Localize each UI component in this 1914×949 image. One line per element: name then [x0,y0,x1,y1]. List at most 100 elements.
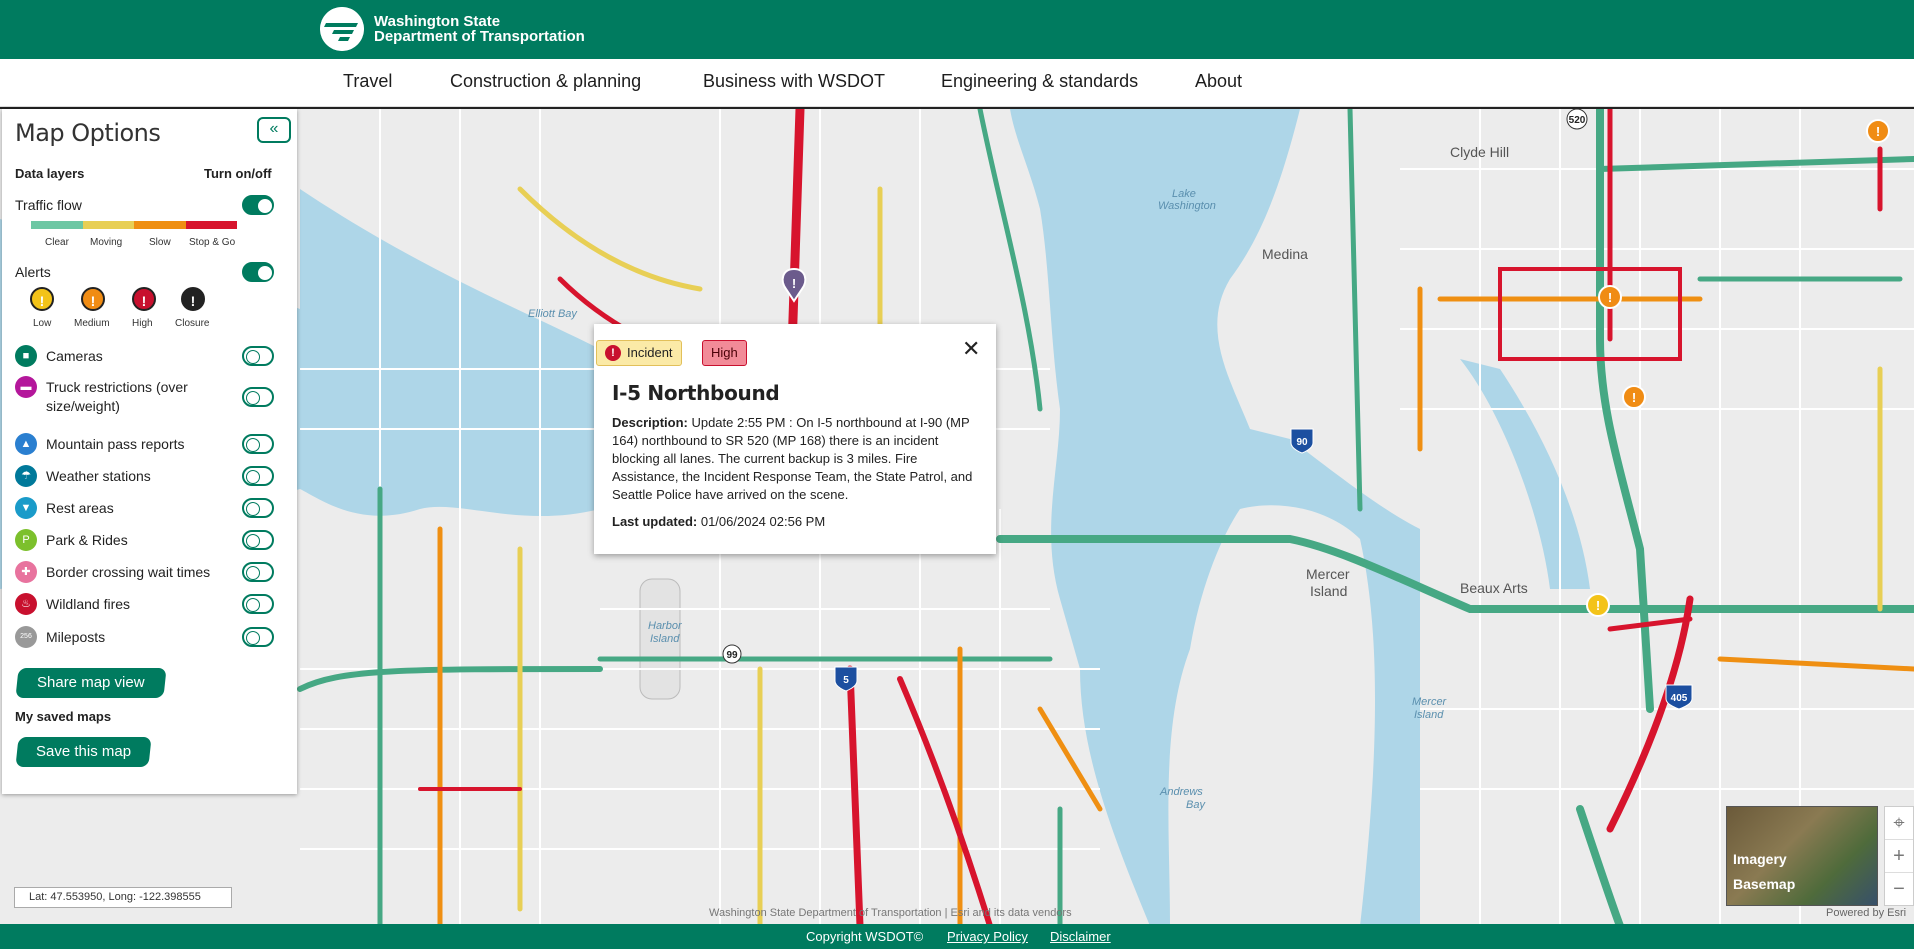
svg-text:!: ! [1632,390,1636,405]
svg-text:Mercer: Mercer [1306,566,1350,582]
nav-engineering-standards[interactable]: Engineering & standards [941,71,1138,92]
footer-copyright: Copyright WSDOT© [806,929,924,944]
locate-icon[interactable]: ⌖ [1885,807,1913,840]
layer-toggle-fire[interactable] [242,594,274,614]
layer-label-camera: Cameras [46,348,103,364]
close-icon[interactable]: ✕ [962,336,980,362]
legend-stop-go-swatch [185,221,237,229]
weather-icon: ☂ [15,465,37,487]
layer-toggle-rest-area[interactable] [242,498,274,518]
legend-moving-swatch [82,221,134,229]
data-layers-label: Data layers [15,166,85,181]
layer-label-weather: Weather stations [46,468,151,484]
layer-label-truck: Truck restrictions (over [46,379,188,395]
svg-text:!: ! [1608,290,1612,305]
layer-label-border-crossing: Border crossing wait times [46,564,211,580]
map-options-panel: Map Options « Data layers Turn on/off Tr… [2,109,297,794]
layer-toggle-border-crossing[interactable] [242,562,274,582]
svg-text:Island: Island [1414,709,1444,721]
svg-text:Andrews: Andrews [1159,786,1203,798]
org-name-line1: Washington State [374,13,501,30]
layer-toggle-truck[interactable] [242,387,274,407]
coordinates-readout: Lat: 47.553950, Long: -122.398555 [14,887,232,908]
park-ride-icon: P [15,529,37,551]
wsdot-logo-link[interactable]: Washington State Department of Transport… [320,7,585,51]
powered-by-esri[interactable]: Powered by Esri [1826,907,1906,919]
legend-clear-label: Clear [45,237,69,248]
save-this-map-label: Save this map [35,743,132,760]
svg-text:Washington: Washington [1158,200,1216,212]
layer-label-rest-area: Rest areas [46,500,114,516]
panel-title: Map Options [15,119,161,147]
popup-description: Description: Update 2:55 PM : On I-5 nor… [612,414,984,504]
basemap-label-line1: Imagery [1733,851,1787,867]
traffic-flow-legend-bar [31,221,237,229]
border-crossing-icon: ✚ [15,561,37,583]
traffic-flow-label: Traffic flow [15,197,82,213]
legend-slow-label: Slow [149,237,171,248]
layer-toggle-camera[interactable] [242,346,274,366]
incident-tag-label: Incident [627,345,673,360]
layer-toggle-mountain[interactable] [242,434,274,454]
svg-text:Lake: Lake [1172,188,1196,200]
site-footer: Copyright WSDOT© Privacy Policy Disclaim… [0,924,1914,949]
svg-text:Mercer: Mercer [1412,696,1448,708]
zoom-out-button[interactable]: − [1885,873,1913,906]
site-header: Washington State Department of Transport… [0,0,1914,59]
alert-closure-label: Closure [175,318,210,329]
disclaimer-link[interactable]: Disclaimer [1050,929,1111,944]
rest-area-icon: ▼ [15,497,37,519]
alert-medium-label: Medium [74,318,110,329]
legend-stop-go-label: Stop & Go [189,237,236,248]
layer-label-truck-line2: size/weight) [46,398,120,414]
svg-text:Clyde Hill: Clyde Hill [1450,144,1509,160]
alert-low-label: Low [33,318,52,329]
fire-icon: ♨ [15,593,37,615]
nav-construction-planning[interactable]: Construction & planning [450,71,641,92]
svg-text:Elliott Bay: Elliott Bay [528,308,578,320]
privacy-policy-link[interactable]: Privacy Policy [947,929,1028,944]
zoom-in-button[interactable]: + [1885,840,1913,873]
milepost-icon: 256 [15,626,37,648]
svg-text:Island: Island [1310,583,1347,599]
truck-icon: ▬ [15,376,37,398]
nav-business-with-wsdot[interactable]: Business with WSDOT [703,71,885,92]
svg-text:Beaux Arts: Beaux Arts [1460,580,1528,596]
save-this-map-button[interactable]: Save this map [15,737,152,767]
layer-label-milepost: Mileposts [46,629,106,645]
share-map-view-button[interactable]: Share map view [15,668,167,698]
basemap-label-line2: Basemap [1733,876,1796,892]
alert-low-icon: ! [30,287,54,311]
alert-closure-icon: ! [181,287,205,311]
layer-toggle-weather[interactable] [242,466,274,486]
alert-high-label: High [132,318,153,329]
last-updated-value: 01/06/2024 02:56 PM [697,514,826,529]
popup-last-updated: Last updated: 01/06/2024 02:56 PM [612,514,825,529]
severity-tag: High [702,340,747,366]
svg-text:99: 99 [726,650,738,661]
svg-text:!: ! [1596,598,1600,613]
incident-tag: ! Incident [596,340,682,366]
collapse-panel-button[interactable]: « [257,117,291,143]
alert-medium-icon: ! [81,287,105,311]
layer-toggle-milepost[interactable] [242,627,274,647]
basemap-toggle[interactable]: Imagery Basemap [1726,806,1878,906]
traffic-flow-toggle[interactable] [242,195,274,215]
layer-label-fire: Wildland fires [46,596,131,612]
map-attribution: Washington State Department of Transport… [709,907,1072,919]
description-label: Description: [612,415,688,430]
layer-label-mountain: Mountain pass reports [46,436,185,452]
layer-label-park-ride: Park & Rides [46,532,128,548]
alert-high-icon: ! [132,287,156,311]
svg-text:405: 405 [1671,693,1688,704]
svg-text:5: 5 [843,675,849,686]
alerts-toggle[interactable] [242,262,274,282]
svg-text:!: ! [1876,124,1880,139]
svg-text:Harbor: Harbor [648,620,683,632]
legend-moving-label: Moving [90,237,123,248]
layer-toggle-park-ride[interactable] [242,530,274,550]
nav-travel[interactable]: Travel [343,71,392,92]
wsdot-logo-icon [320,7,364,51]
svg-text:520: 520 [1569,115,1586,126]
nav-about[interactable]: About [1195,71,1242,92]
